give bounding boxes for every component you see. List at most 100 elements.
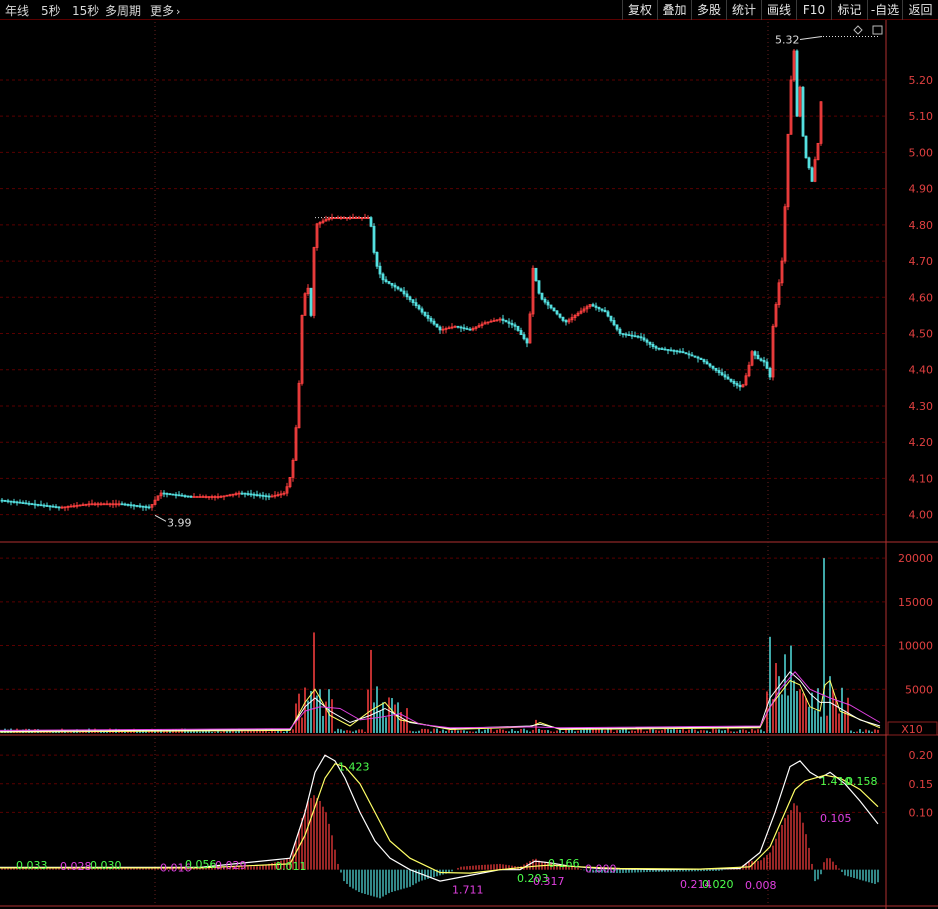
price-candle (636, 335, 640, 338)
price-candle (618, 328, 622, 334)
price-candle (438, 326, 442, 331)
price-candle (249, 493, 253, 496)
overlay-button[interactable]: 叠加 (657, 0, 691, 20)
price-candle (516, 325, 520, 331)
price-candle (669, 349, 673, 352)
price-candle (57, 506, 61, 509)
price-candle (654, 346, 658, 349)
price-candle (564, 320, 568, 323)
price-candle (240, 492, 244, 495)
volume-axis-label: 10000 (898, 640, 933, 653)
price-candle (510, 322, 514, 326)
price-candle (462, 327, 466, 330)
price-candle (147, 506, 151, 509)
price-candle (675, 350, 679, 353)
price-axis-label: 4.70 (909, 255, 934, 268)
price-candle (699, 357, 703, 361)
multi-stock-button[interactable]: 多股 (691, 0, 726, 20)
chart-area[interactable]: 5.20 5.10 5.00 4.90 4.80 4.70 4.60 4.50 4.40 4.30… (0, 0, 938, 909)
price-candle (201, 496, 205, 498)
price-candle (402, 290, 406, 295)
price-candle (375, 251, 379, 267)
price-candle (504, 320, 508, 323)
price-candle (396, 286, 400, 290)
price-candle (513, 324, 517, 327)
price-candle (639, 336, 643, 339)
price-candle (690, 354, 694, 357)
price-axis-label: 5.00 (909, 146, 934, 159)
price-candle (456, 325, 460, 328)
price-candle (399, 288, 403, 292)
mark-button[interactable]: 标记 (831, 0, 867, 20)
price-candle (27, 502, 31, 505)
price-candle (630, 334, 634, 337)
price-axis-label: 4.00 (909, 509, 934, 522)
price-candle (696, 356, 700, 359)
price-candle (144, 506, 148, 508)
price-candle (393, 284, 397, 288)
timeframe-5s[interactable]: 5秒 (41, 2, 61, 19)
adjust-button[interactable]: 复权 (622, 0, 657, 20)
price-candle (705, 361, 709, 365)
price-candle (120, 503, 124, 506)
price-candle (180, 494, 184, 497)
chevron-right-icon: › (176, 5, 181, 18)
high-price-label: 5.32 (775, 33, 800, 46)
price-candle (519, 330, 523, 336)
price-candle (435, 323, 439, 328)
price-candle (426, 315, 430, 319)
price-candle (252, 493, 256, 496)
price-candle (369, 217, 373, 227)
price-candle (33, 503, 37, 506)
price-candle (48, 505, 52, 508)
price-candle (681, 351, 685, 354)
price-candle (465, 328, 469, 330)
macd-value-label: 0.033 (16, 859, 48, 872)
price-candle (594, 305, 598, 308)
price-candle (537, 280, 541, 294)
price-candle (363, 217, 367, 220)
price-candle (390, 283, 394, 286)
price-candle (708, 363, 712, 367)
price-candle (759, 358, 763, 361)
timeframe-year[interactable]: 年线 (5, 2, 29, 19)
price-candle (414, 302, 418, 307)
volume-axis-label: 15000 (898, 596, 933, 609)
f10-button[interactable]: F10 (796, 0, 831, 20)
price-candle (762, 360, 766, 363)
draw-line-button[interactable]: 画线 (761, 0, 796, 20)
price-candle (387, 281, 391, 284)
price-candle (6, 500, 10, 503)
price-candle (342, 217, 346, 220)
macd-value-label: 0.011 (275, 860, 307, 873)
price-candle (555, 310, 559, 315)
macd-value-label: 0.000 (585, 863, 617, 876)
price-candle (663, 348, 667, 351)
price-candle (807, 157, 811, 169)
timeframe-multi-period[interactable]: 多周期 (105, 2, 141, 19)
window-icon (872, 25, 883, 35)
macd-value-label: 0.056 (185, 858, 217, 871)
price-axis-label: 5.20 (909, 74, 934, 87)
price-candle (141, 505, 145, 508)
price-candle (603, 309, 607, 313)
timeframe-more[interactable]: 更多 › (150, 2, 180, 19)
statistics-button[interactable]: 统计 (726, 0, 761, 20)
price-candle (384, 279, 388, 283)
price-candle (123, 503, 127, 506)
remove-watchlist-button[interactable]: -自选 (867, 0, 902, 20)
price-candle (678, 350, 682, 353)
price-candle (168, 493, 172, 496)
price-candle (525, 338, 529, 344)
back-button[interactable]: 返回 (902, 0, 938, 20)
price-candle (24, 502, 28, 505)
price-candle (417, 305, 421, 310)
price-candle (627, 334, 631, 337)
price-axis-label: 4.50 (909, 328, 934, 341)
price-candle (126, 503, 130, 506)
timeframe-15s[interactable]: 15秒 (72, 2, 99, 19)
price-candle (507, 321, 511, 324)
macd-axis-label: 0.15 (909, 778, 934, 791)
volume-multiplier-label: X10 (901, 723, 923, 736)
price-candle (801, 86, 805, 137)
